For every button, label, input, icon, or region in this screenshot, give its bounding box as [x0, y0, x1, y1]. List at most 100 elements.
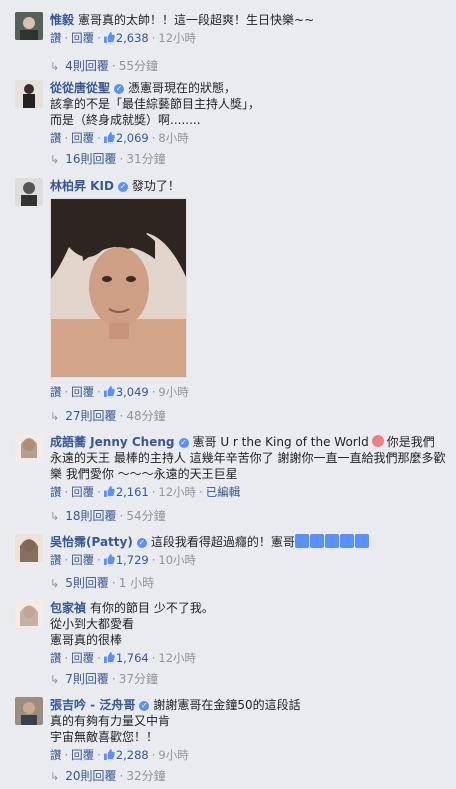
like-link[interactable]: 讚: [50, 553, 62, 567]
avatar[interactable]: [15, 12, 43, 40]
reply-link[interactable]: 回覆: [71, 31, 94, 45]
reply-arrow-icon: ↳: [50, 510, 60, 523]
commenter-name[interactable]: 惟毅: [50, 13, 74, 27]
separator: ·: [64, 651, 69, 665]
replies-link[interactable]: ↳ 20則回覆 · 32分鐘: [50, 768, 166, 785]
separator: ·: [97, 651, 101, 665]
like-link[interactable]: 讚: [50, 131, 62, 145]
reply-link[interactable]: 回覆: [71, 553, 94, 567]
comment-text-line: 包家禎 有你的節目 少不了我。: [50, 600, 446, 616]
like-count[interactable]: 1,729: [103, 553, 149, 567]
reply-link[interactable]: 回覆: [71, 131, 94, 145]
like-count[interactable]: 2,288: [103, 748, 149, 762]
commenter-name[interactable]: 包家禎: [50, 601, 86, 615]
replies-link[interactable]: ↳ 5則回覆 · 1 小時: [50, 575, 154, 592]
avatar[interactable]: [15, 534, 43, 562]
commenter-name[interactable]: 從從唐從聖: [50, 81, 110, 95]
replies-count: 5則回覆: [65, 576, 109, 590]
comment-photo[interactable]: [50, 198, 187, 378]
replies-time: 32分鐘: [126, 769, 166, 783]
replies-time: 55分鐘: [118, 59, 158, 73]
replies-time: 48分鐘: [126, 409, 166, 423]
like-count-value: 2,161: [115, 485, 149, 499]
replies-link[interactable]: ↳ 27則回覆 · 48分鐘: [50, 408, 166, 425]
like-link[interactable]: 讚: [50, 748, 62, 762]
commenter-name[interactable]: 張吉吟 - 泛舟哥: [50, 698, 135, 712]
avatar[interactable]: [15, 434, 43, 462]
avatar-image: [15, 697, 43, 725]
avatar-image: [15, 178, 43, 206]
separator: ·: [64, 748, 69, 762]
timestamp[interactable]: 12小時: [158, 31, 196, 45]
separator: ·: [151, 553, 156, 567]
avatar-image: [15, 434, 43, 462]
like-count-value: 1,764: [115, 651, 149, 665]
reply-link[interactable]: 回覆: [71, 485, 94, 499]
timestamp[interactable]: 10小時: [158, 553, 196, 567]
reply-arrow-icon: ↳: [50, 153, 60, 166]
replies-count: 16則回覆: [65, 152, 117, 166]
comment-body: 吳怡霈(Patty) ✓ 這段我看得超過癮的！憲哥 讚 · 回覆 · 1,729 · 10小時: [50, 534, 446, 568]
reply-link[interactable]: 回覆: [71, 651, 94, 665]
verified-badge-icon: ✓: [178, 438, 189, 448]
comment-text-line: 吳怡霈(Patty) ✓ 這段我看得超過癮的！憲哥: [50, 534, 446, 550]
like-count[interactable]: 2,638: [103, 31, 149, 45]
replies-time: 37分鐘: [118, 672, 158, 686]
like-link[interactable]: 讚: [50, 31, 62, 45]
comment-text-line: 張吉吟 - 泛舟哥 ✓ 謝謝憲哥在金鐘50的這段話: [50, 697, 446, 713]
thumbs-up-emoji-icons: [294, 534, 370, 549]
like-count[interactable]: 1,764: [103, 651, 149, 665]
like-link[interactable]: 讚: [50, 385, 62, 399]
timestamp[interactable]: 9小時: [158, 748, 188, 762]
reply-link[interactable]: 回覆: [71, 748, 94, 762]
commenter-name[interactable]: 成語蕎 Jenny Cheng: [50, 435, 175, 449]
separator: ·: [151, 131, 156, 145]
separator: ·: [64, 385, 69, 399]
replies-link[interactable]: ↳ 16則回覆 · 31分鐘: [50, 151, 166, 168]
separator: ·: [111, 576, 116, 590]
reply-arrow-icon: ↳: [50, 673, 60, 686]
timestamp[interactable]: 8小時: [158, 131, 188, 145]
avatar[interactable]: [15, 178, 43, 206]
verified-badge-icon: ✓: [139, 701, 150, 711]
replies-time: 1 小時: [118, 576, 155, 590]
separator: ·: [111, 59, 116, 73]
like-count[interactable]: 2,069: [103, 131, 149, 145]
edited-link[interactable]: 已編輯: [206, 485, 241, 499]
comment-text-line: 惟毅 憲哥真的太帥！！這一段超爽！生日快樂~~: [50, 12, 446, 28]
comment-body: 成語蕎 Jenny Cheng ✓ 憲哥 U r the King of the W…: [50, 434, 446, 500]
thumbs-up-icon: [103, 32, 115, 43]
avatar[interactable]: [15, 600, 43, 628]
heart-icon: [371, 435, 384, 447]
timestamp[interactable]: 9小時: [158, 385, 188, 399]
separator: ·: [97, 553, 101, 567]
separator: ·: [151, 651, 156, 665]
comment-body: 包家禎 有你的節目 少不了我。 從小到大都愛看 憲哥真的很棒 讚 · 回覆 · 1,764…: [50, 600, 446, 666]
commenter-name[interactable]: 林柏昇 KID: [50, 179, 114, 193]
like-link[interactable]: 讚: [50, 485, 62, 499]
timestamp[interactable]: 12小時: [158, 485, 196, 499]
timestamp[interactable]: 12小時: [158, 651, 196, 665]
comment-text: 有你的節目 少不了我。: [90, 601, 214, 615]
comment-text-line: 林柏昇 KID ✓ 發功了！: [50, 178, 446, 194]
comment-text: 憑憲哥現在的狀態，: [128, 81, 237, 95]
like-count[interactable]: 2,161: [103, 485, 149, 499]
replies-link[interactable]: ↳ 7則回覆 · 37分鐘: [50, 671, 158, 688]
comment-text: 發功了！: [131, 179, 180, 193]
avatar[interactable]: [15, 697, 43, 725]
replies-link[interactable]: ↳ 4則回覆 · 55分鐘: [50, 58, 158, 75]
like-link[interactable]: 讚: [50, 651, 62, 665]
avatar[interactable]: [15, 80, 43, 108]
comment-text: 憲哥真的很棒: [50, 633, 123, 647]
like-count[interactable]: 3,049: [103, 385, 149, 399]
commenter-name[interactable]: 吳怡霈(Patty): [50, 535, 133, 549]
separator: ·: [151, 385, 156, 399]
replies-count: 4則回覆: [65, 59, 109, 73]
like-count-value: 3,049: [115, 385, 149, 399]
comment-actions: 讚 · 回覆 · 1,764 · 12小時: [50, 650, 446, 666]
verified-badge-icon: ✓: [136, 538, 147, 548]
comments-feed: 惟毅 憲哥真的太帥！！這一段超爽！生日快樂~~ 讚 · 回覆 · 2,638 · 12小時 ↳…: [0, 0, 456, 789]
reply-link[interactable]: 回覆: [71, 385, 94, 399]
replies-link[interactable]: ↳ 18則回覆 · 54分鐘: [50, 508, 166, 525]
verified-badge-icon: ✓: [117, 182, 128, 192]
